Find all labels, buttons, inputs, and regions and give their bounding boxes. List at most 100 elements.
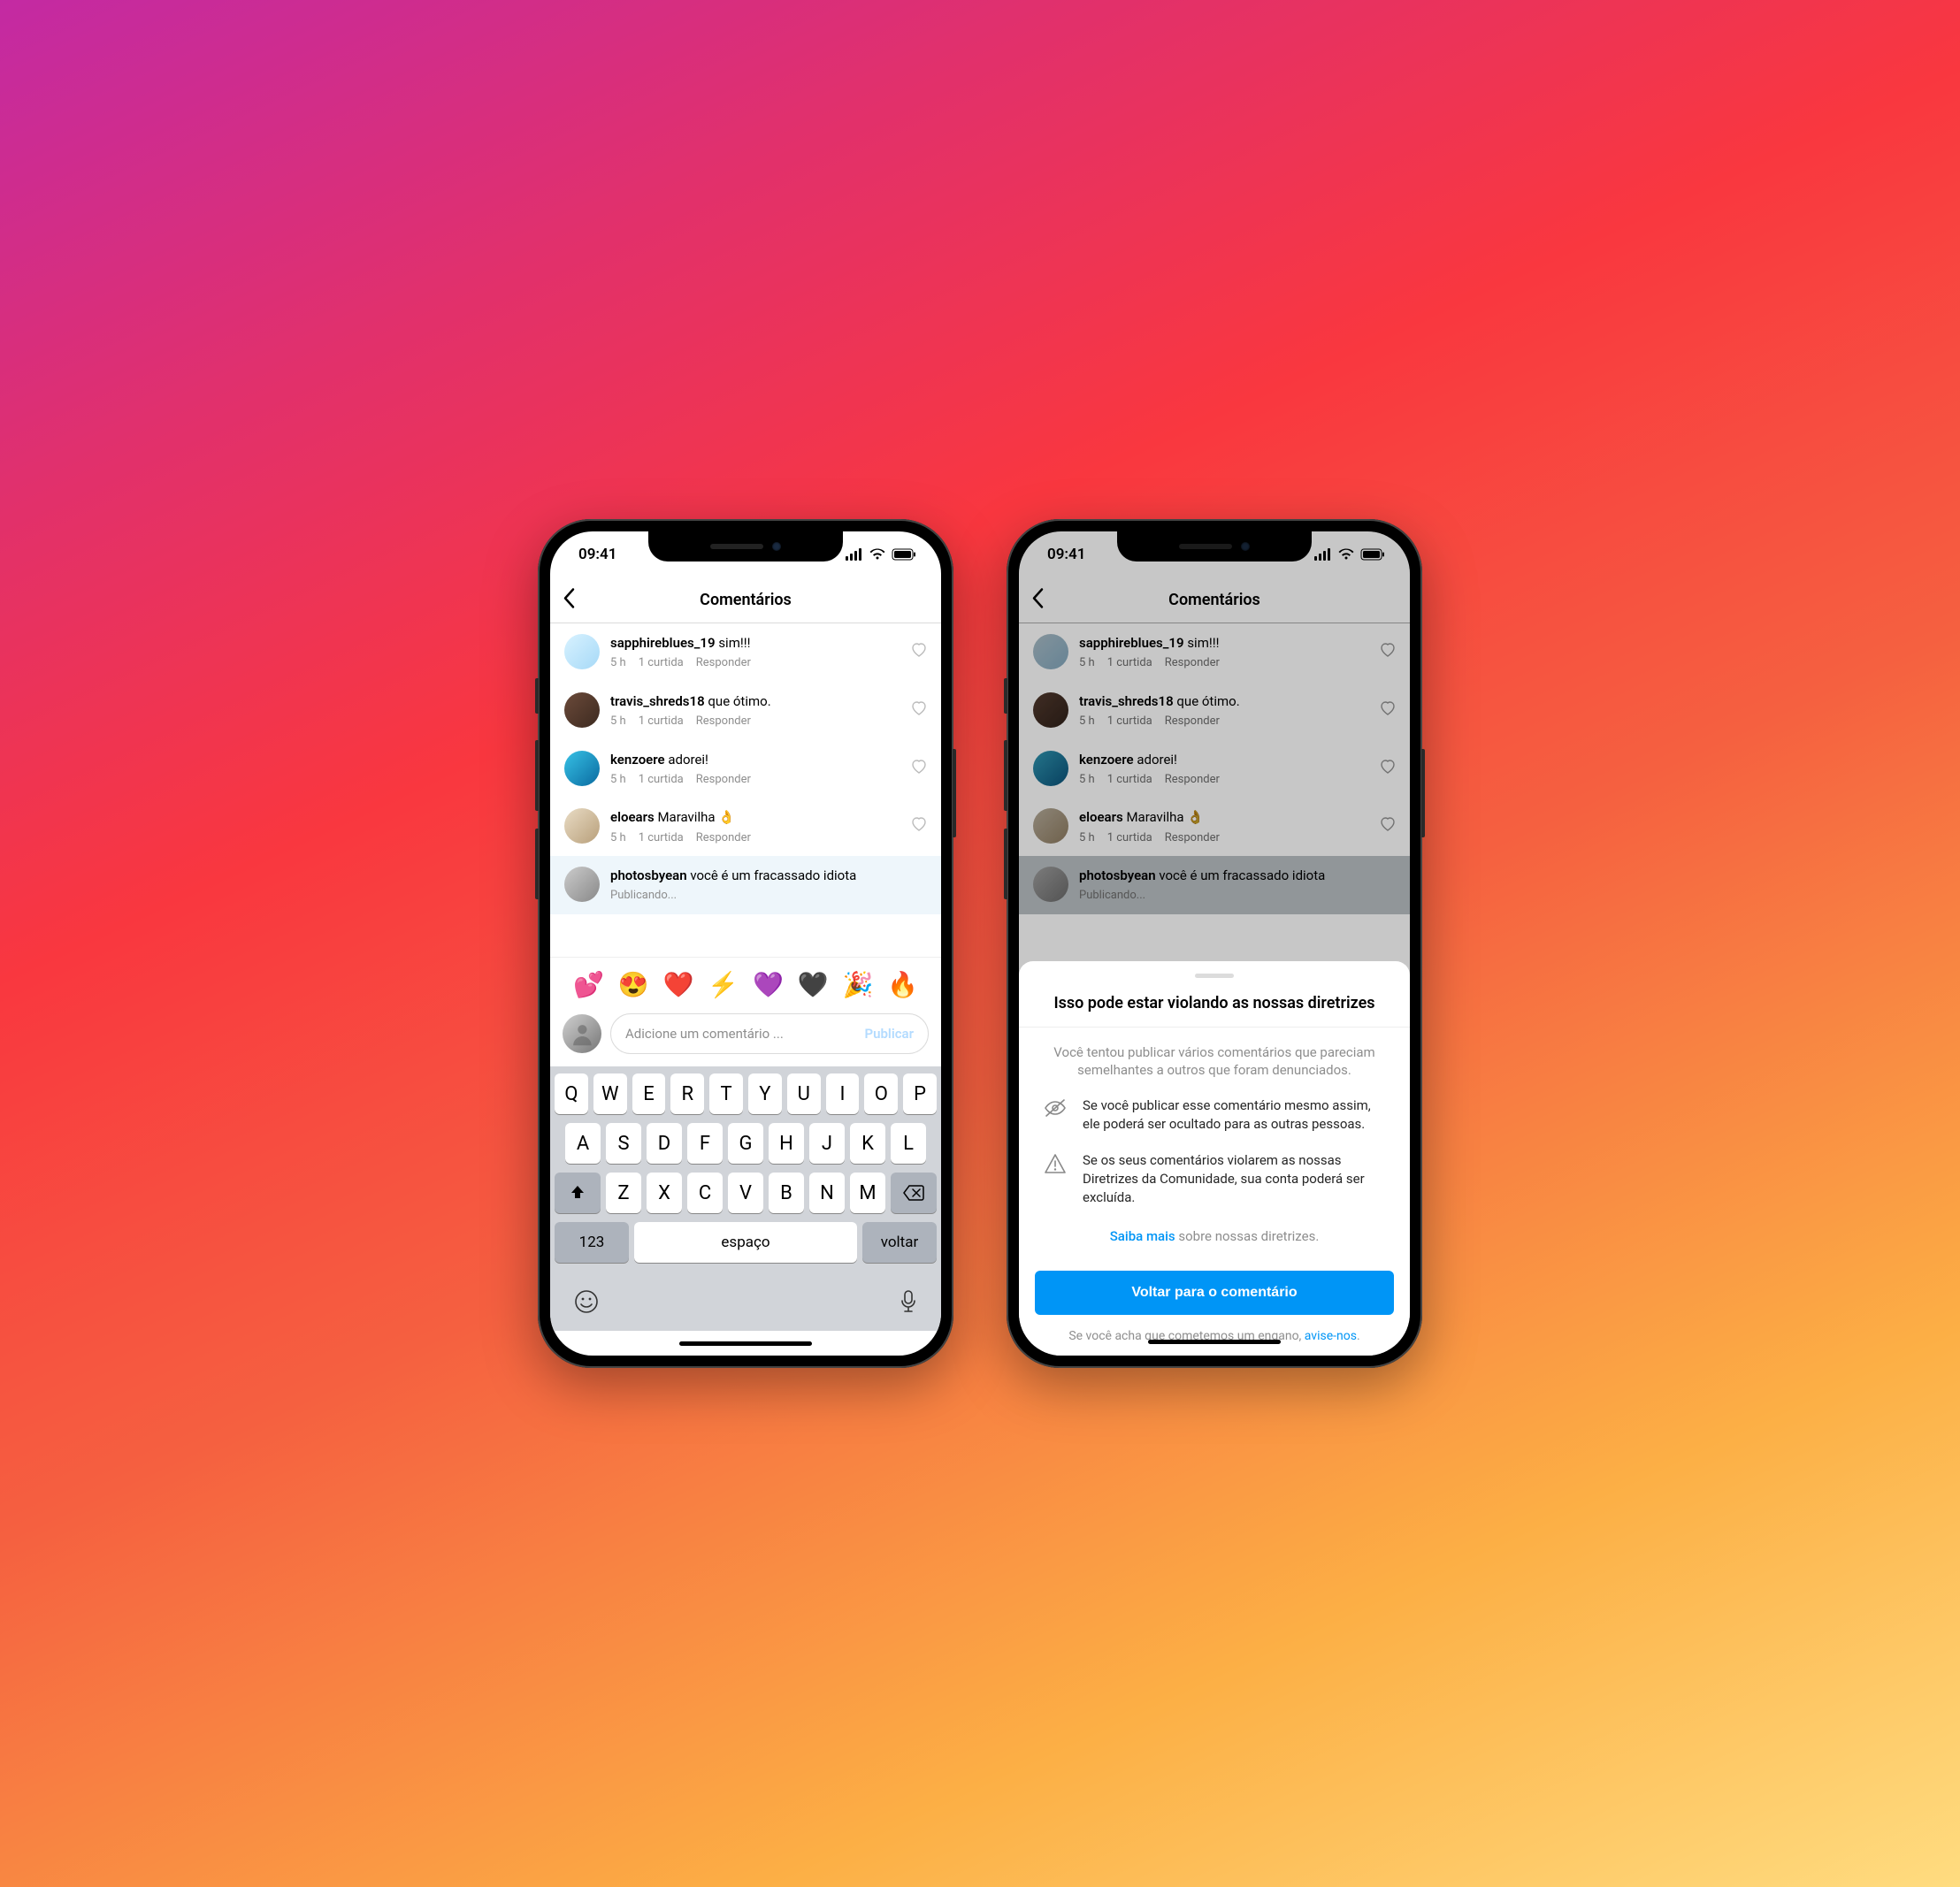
key-o[interactable]: O [864,1073,898,1114]
nav-header: Comentários [550,577,941,623]
username[interactable]: eloears [610,809,655,825]
back-to-comment-button[interactable]: Voltar para o comentário [1035,1271,1394,1315]
like-button[interactable] [911,808,927,836]
emoji-keyboard-button[interactable] [574,1289,599,1320]
key-h[interactable]: H [769,1123,804,1164]
like-button[interactable] [1380,634,1396,661]
home-indicator[interactable] [550,1331,941,1356]
comment-time: 5 h [1079,772,1095,788]
username[interactable]: kenzoere [1079,752,1134,768]
compose-input[interactable]: Adicione um comentário ... Publicar [610,1013,929,1054]
emoji-quick[interactable]: 🖤 [798,970,829,999]
key-n[interactable]: N [809,1173,845,1213]
like-button[interactable] [911,692,927,720]
like-count[interactable]: 1 curtida [639,714,684,730]
dictation-button[interactable] [900,1289,917,1320]
key-j[interactable]: J [809,1123,845,1164]
home-indicator[interactable] [1019,1329,1410,1354]
comment-meta: 5 h 1 curtida Responder [610,655,900,671]
like-count[interactable]: 1 curtida [639,655,684,671]
like-count[interactable]: 1 curtida [1107,830,1152,846]
space-key[interactable]: espaço [634,1222,857,1263]
avatar[interactable] [1033,808,1068,844]
key-g[interactable]: G [728,1123,763,1164]
like-count[interactable]: 1 curtida [639,830,684,846]
avatar[interactable] [1033,751,1068,786]
key-e[interactable]: E [632,1073,666,1114]
emoji-quick[interactable]: ❤️ [662,970,693,999]
like-button[interactable] [1380,692,1396,720]
back-button[interactable] [1031,587,1044,613]
emoji-quick[interactable]: 💜 [753,970,784,999]
shift-key[interactable] [555,1173,601,1213]
reply-button[interactable]: Responder [696,655,751,671]
reply-button[interactable]: Responder [1165,772,1220,788]
reply-button[interactable]: Responder [1165,830,1220,846]
publish-button[interactable]: Publicar [864,1026,914,1042]
key-l[interactable]: L [891,1123,926,1164]
username[interactable]: sapphireblues_19 [610,635,716,651]
username[interactable]: photosbyean [610,867,687,883]
reply-button[interactable]: Responder [1165,714,1220,730]
username[interactable]: travis_shreds18 [610,693,705,709]
key-x[interactable]: X [647,1173,682,1213]
avatar[interactable] [564,692,600,728]
avatar[interactable] [1033,692,1068,728]
key-y[interactable]: Y [748,1073,782,1114]
sheet-grabber[interactable] [1195,974,1234,978]
key-v[interactable]: V [728,1173,763,1213]
key-s[interactable]: S [606,1123,641,1164]
backspace-key[interactable] [891,1173,937,1213]
username[interactable]: photosbyean [1079,867,1156,883]
like-button[interactable] [1380,808,1396,836]
like-count[interactable]: 1 curtida [1107,655,1152,671]
emoji-quick[interactable]: 💕 [573,970,604,999]
username[interactable]: kenzoere [610,752,665,768]
like-button[interactable] [911,751,927,778]
comment-time: 5 h [610,655,626,671]
numeric-key[interactable]: 123 [555,1222,629,1263]
avatar[interactable] [564,867,600,902]
key-u[interactable]: U [787,1073,821,1114]
key-d[interactable]: D [647,1123,682,1164]
reply-button[interactable]: Responder [1165,655,1220,671]
comment-meta: 5 h1 curtidaResponder [610,772,900,788]
key-t[interactable]: T [709,1073,743,1114]
like-button[interactable] [1380,751,1396,778]
username[interactable]: sapphireblues_19 [1079,635,1184,651]
back-button[interactable] [563,587,575,613]
learn-more-link[interactable]: Saiba mais [1110,1228,1175,1244]
avatar[interactable] [564,634,600,669]
key-a[interactable]: A [565,1123,601,1164]
return-key[interactable]: voltar [862,1222,937,1263]
reply-button[interactable]: Responder [696,714,751,730]
like-count[interactable]: 1 curtida [1107,772,1152,788]
key-i[interactable]: I [826,1073,860,1114]
like-count[interactable]: 1 curtida [1107,714,1152,730]
comment-row: eloears Maravilha 👌5 h1 curtidaResponder [550,798,941,856]
key-c[interactable]: C [687,1173,723,1213]
emoji-quick[interactable]: 😍 [618,970,649,999]
key-p[interactable]: P [903,1073,937,1114]
key-f[interactable]: F [687,1123,723,1164]
avatar[interactable] [1033,634,1068,669]
emoji-quick[interactable]: ⚡ [708,970,739,999]
username[interactable]: travis_shreds18 [1079,693,1174,709]
key-k[interactable]: K [850,1123,885,1164]
like-button[interactable] [911,634,927,661]
key-m[interactable]: M [850,1173,885,1213]
key-r[interactable]: R [670,1073,704,1114]
avatar[interactable] [564,751,600,786]
emoji-quick[interactable]: 🎉 [842,970,873,999]
username[interactable]: eloears [1079,809,1123,825]
key-b[interactable]: B [769,1173,804,1213]
key-w[interactable]: W [593,1073,627,1114]
key-z[interactable]: Z [606,1173,641,1213]
reply-button[interactable]: Responder [696,772,751,788]
key-q[interactable]: Q [555,1073,588,1114]
reply-button[interactable]: Responder [696,830,751,846]
avatar[interactable] [564,808,600,844]
emoji-quick[interactable]: 🔥 [887,970,918,999]
avatar[interactable] [1033,867,1068,902]
like-count[interactable]: 1 curtida [639,772,684,788]
